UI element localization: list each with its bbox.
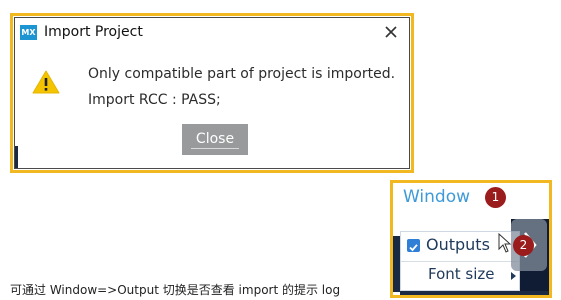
step-badge-1: 1 [485,187,506,208]
dialog-titlebar: MX Import Project [15,18,409,48]
background-strip [15,146,18,168]
import-project-dialog-highlight: MX Import Project Only compatible part o… [10,13,414,173]
menu-separator [401,261,519,262]
close-button-label: Close [195,131,235,147]
outputs-label: Outputs [426,235,490,254]
submenu-arrow-icon [511,272,516,280]
button-focus-underline [191,148,239,149]
background-bottom-strip [400,291,549,295]
mouse-cursor-icon [498,232,512,253]
dialog-title: Import Project [44,24,143,40]
dialog-message-line1: Only compatible part of project is impor… [88,66,396,82]
window-menu[interactable]: Window [403,187,470,207]
outputs-checkbox[interactable] [407,239,420,252]
menu-item-font-size[interactable]: Font size [401,263,519,290]
dark-left-strip [393,236,400,292]
mx-app-icon: MX [20,25,37,40]
font-size-label: Font size [428,265,495,283]
dialog-message-line2: Import RCC : PASS; [88,92,221,108]
caption-text: 可通过 Window=>Output 切换是否查看 import 的提示 log [10,283,341,297]
warning-icon [31,69,61,95]
checkmark-icon [409,244,418,252]
import-project-dialog: MX Import Project Only compatible part o… [14,17,410,169]
window-menu-highlight: Window 1 Outputs Font size 2 [390,180,552,298]
step-badge-2: 2 [513,235,534,256]
close-icon[interactable] [381,22,401,42]
close-button[interactable]: Close [182,124,248,155]
